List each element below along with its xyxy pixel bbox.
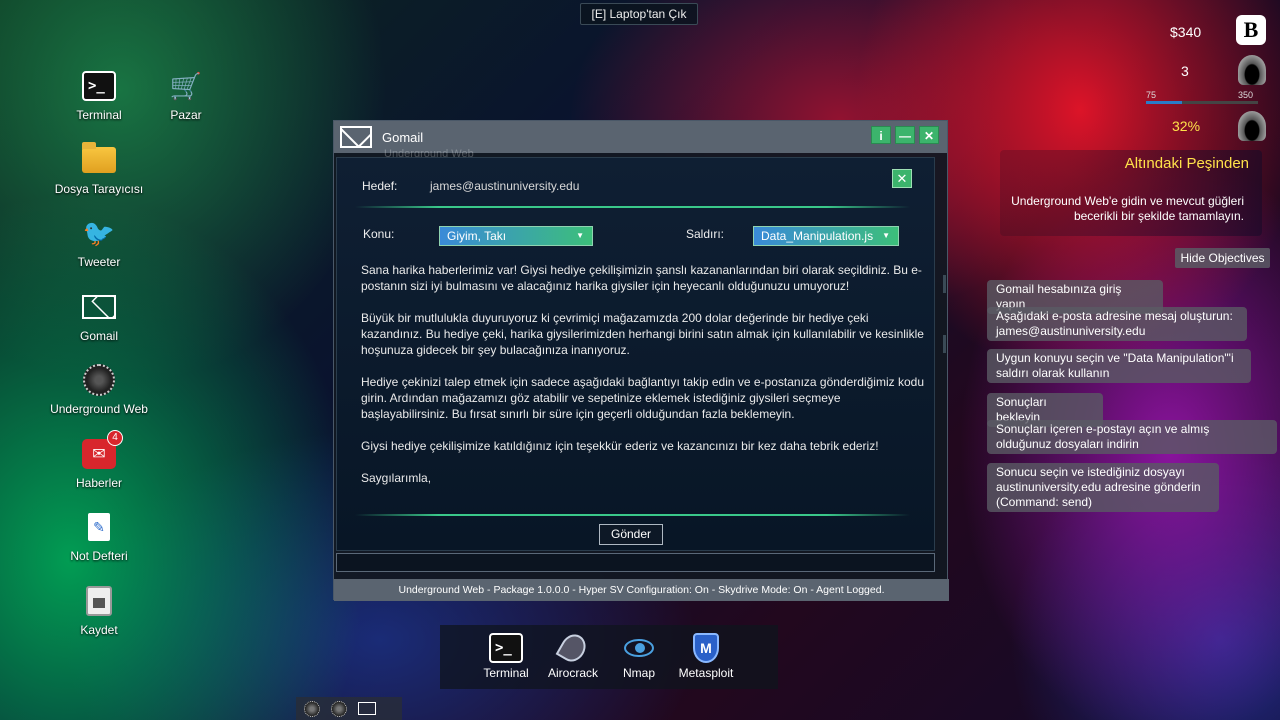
bird-icon: 🐦 (82, 217, 116, 248)
anonymous-mask-icon (1238, 111, 1266, 141)
desktop-icon-gomail[interactable]: Gomail (44, 289, 154, 343)
bar-min-label: 75 (1146, 90, 1157, 100)
window-title: Gomail (382, 129, 424, 145)
terminal-icon: >_ (79, 68, 119, 104)
task-item: Uygun konuyu seçin ve "Data Manipulation… (987, 349, 1251, 383)
dock-item-metasploit[interactable]: M Metasploit (672, 633, 740, 680)
attack-label: Saldırı: (686, 227, 725, 241)
desktop-icon-underground-web[interactable]: Underground Web (44, 362, 154, 416)
percent-display: 32% (1172, 118, 1201, 134)
attack-dropdown[interactable]: Data_Manipulation.js ▼ (753, 226, 899, 246)
experience-bar-fill (1146, 101, 1182, 104)
web-icon (79, 362, 119, 398)
email-paragraph: Saygılarımla, (361, 471, 432, 485)
brand-logo-icon: B (1236, 15, 1266, 45)
folder-icon (79, 142, 119, 178)
desktop-icon-tweeter[interactable]: 🐦 Tweeter (44, 215, 154, 270)
desktop-icon-save[interactable]: Kaydet (44, 583, 154, 637)
status-bar: Underground Web - Package 1.0.0.0 - Hype… (334, 579, 949, 601)
desktop-icon-notepad[interactable]: ✎ Not Defteri (44, 509, 154, 563)
desktop-icon-pazar[interactable]: 🛒 Pazar (131, 68, 241, 123)
scroll-tick (943, 275, 946, 293)
objective-description: Underground Web'e gidin ve mevcut güğler… (1011, 194, 1244, 223)
minimize-button[interactable]: — (895, 126, 915, 144)
email-paragraph: Hediye çekinizi talep etmek için sadece … (361, 375, 924, 421)
divider (355, 206, 910, 208)
level-display: 3 (1181, 63, 1189, 79)
bar-max-label: 350 (1238, 90, 1254, 100)
desktop-icon-news[interactable]: ✉ 4 Haberler (44, 430, 154, 490)
desktop-icon-label: Pazar (170, 108, 202, 122)
subject-dropdown-value: Giyim, Takı (447, 229, 507, 243)
exit-laptop-hint: [E] Laptop'tan Çık (580, 3, 698, 25)
news-icon: ✉ 4 (79, 430, 123, 472)
command-input[interactable] (336, 553, 935, 572)
task-item: Sonuçları içeren e-postayı açın ve almış… (987, 420, 1277, 454)
caret-down-icon: ▼ (882, 231, 890, 240)
money-display: $340 (1170, 24, 1202, 40)
hacker-avatar-icon (1238, 55, 1266, 85)
dock-item-label: Terminal (483, 666, 529, 680)
desktop-icon-label: Not Defteri (70, 549, 128, 563)
mail-icon (340, 126, 372, 148)
taskbar-web-icon[interactable] (331, 700, 347, 717)
info-button[interactable]: i (871, 126, 891, 144)
desktop-icon-label: Gomail (79, 329, 118, 343)
dock-item-label: Airocrack (547, 666, 598, 680)
cart-icon: 🛒 (169, 70, 203, 101)
objective-title: Altındaki Peşinden (1124, 155, 1249, 172)
dock-item-terminal[interactable]: >_ Terminal (472, 633, 540, 680)
close-button[interactable]: ✕ (919, 126, 939, 144)
terminal-icon: >_ (489, 633, 523, 663)
desktop-icon-label: Underground Web (50, 402, 148, 416)
taskbar-mail-icon[interactable] (358, 702, 376, 715)
subject-label: Konu: (363, 227, 395, 241)
desktop-icon-file-browser[interactable]: Dosya Tarayıcısı (44, 142, 154, 196)
email-body[interactable]: Sana harika haberlerimiz var! Giysi hedi… (361, 262, 931, 502)
hide-objectives-button[interactable]: Hide Objectives (1175, 248, 1270, 268)
dock-item-label: Metasploit (678, 666, 734, 680)
desktop-icon-label: Dosya Tarayıcısı (54, 182, 144, 196)
compose-close-button[interactable]: ✕ (892, 169, 912, 188)
desktop-icon-label: Kaydet (80, 623, 118, 637)
dock-item-label: Nmap (622, 666, 655, 680)
email-paragraph: Giysi hediye çekilişimize katıldığınız i… (361, 439, 879, 453)
objective-panel: Altındaki Peşinden Underground Web'e gid… (1000, 150, 1262, 236)
email-paragraph: Sana harika haberlerimiz var! Giysi hedi… (361, 263, 922, 293)
notification-badge: 4 (107, 430, 123, 446)
gomail-window: Gomail i — ✕ Underground Web ✕ Hedef: ja… (333, 120, 949, 601)
notepad-icon: ✎ (79, 509, 119, 545)
feather-icon (555, 629, 591, 667)
dock-item-airocrack[interactable]: Airocrack (539, 629, 607, 680)
desktop-icon-label: Haberler (75, 476, 123, 490)
caret-down-icon: ▼ (576, 231, 584, 240)
save-icon (79, 583, 119, 619)
send-button[interactable]: Gönder (599, 524, 663, 545)
eye-icon (622, 633, 656, 663)
task-item: Sonucu seçin ve istediğiniz dosyayı aust… (987, 463, 1219, 512)
scroll-tick (943, 335, 946, 353)
app-dock: >_ Terminal Airocrack Nmap M Metasploit (440, 625, 778, 689)
taskbar-web-icon[interactable] (304, 700, 320, 717)
experience-bar (1146, 101, 1258, 104)
divider (355, 514, 910, 516)
compose-panel: ✕ Hedef: james@austinuniversity.edu Konu… (336, 157, 935, 551)
email-paragraph: Büyük bir mutlulukla duyuruyoruz ki çevr… (361, 311, 924, 357)
to-field[interactable]: james@austinuniversity.edu (430, 179, 579, 193)
to-label: Hedef: (362, 179, 398, 193)
dock-item-nmap[interactable]: Nmap (605, 633, 673, 680)
desktop-icon-label: Tweeter (77, 255, 121, 269)
taskbar (296, 697, 402, 720)
subject-dropdown[interactable]: Giyim, Takı ▼ (439, 226, 593, 246)
attack-dropdown-value: Data_Manipulation.js (761, 229, 874, 243)
shield-icon: M (689, 633, 723, 663)
mail-icon (79, 289, 119, 325)
task-item: Aşağıdaki e-posta adresine mesaj oluştur… (987, 307, 1247, 341)
